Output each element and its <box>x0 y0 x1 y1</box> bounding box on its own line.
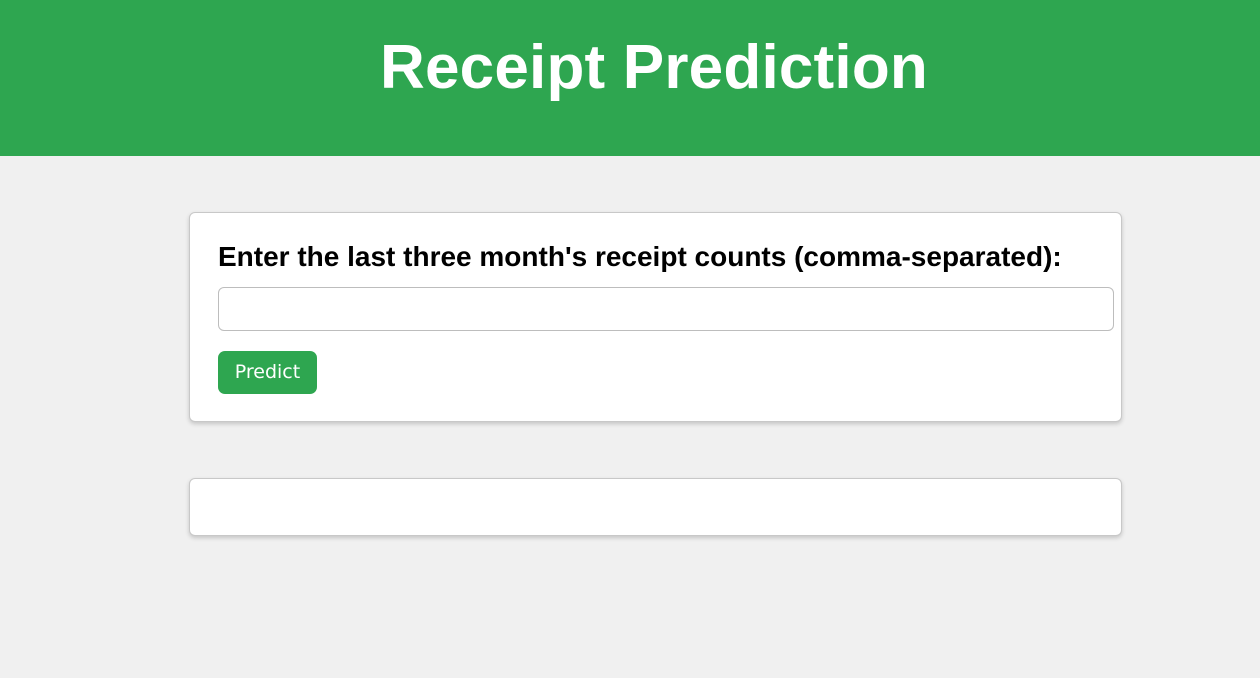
prediction-form-card: Enter the last three month's receipt cou… <box>189 212 1122 422</box>
predict-button[interactable]: Predict <box>218 351 317 394</box>
page-title: Receipt Prediction <box>380 33 928 102</box>
prediction-result-card <box>189 478 1122 536</box>
receipt-counts-label: Enter the last three month's receipt cou… <box>218 241 1062 272</box>
page-header: Receipt Prediction <box>0 0 1260 156</box>
receipt-counts-input[interactable] <box>218 287 1114 331</box>
